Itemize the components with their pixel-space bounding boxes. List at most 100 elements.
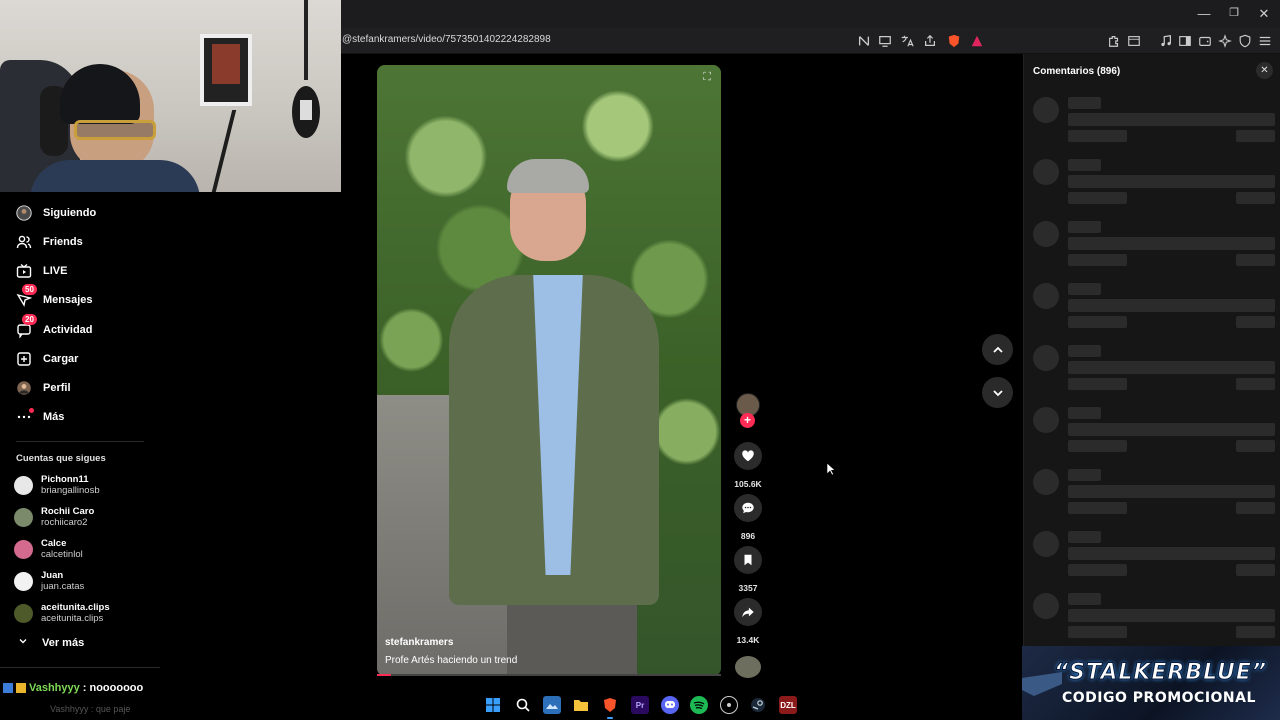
nav-label: LIVE <box>43 265 68 277</box>
share-action[interactable]: 13.4K <box>733 598 763 645</box>
menu-icon[interactable] <box>1257 33 1273 49</box>
nav-following[interactable]: Siguiendo <box>14 202 96 224</box>
close-window-button[interactable]: ✕ <box>1254 6 1274 22</box>
music-icon[interactable] <box>1158 33 1174 49</box>
streamer-glasses <box>74 120 156 140</box>
nav-label: Friends <box>43 236 83 248</box>
followed-account[interactable]: Calce calcetinlol <box>14 536 83 562</box>
comment-skeleton-row <box>1024 159 1280 217</box>
skeleton-line <box>1236 254 1275 266</box>
gallery-icon[interactable] <box>543 696 561 714</box>
video-player[interactable]: ⛶ <box>377 65 721 676</box>
minimize-button[interactable]: — <box>1194 6 1214 21</box>
previous-video-button[interactable] <box>982 334 1013 365</box>
video-username[interactable]: stefankramers <box>385 637 453 648</box>
comment-skeleton-row <box>1024 593 1280 651</box>
premiere-pro-icon[interactable]: Pr <box>631 696 649 714</box>
skeleton-line <box>1236 564 1275 576</box>
wallet-icon[interactable] <box>1197 33 1213 49</box>
steam-icon[interactable] <box>749 696 767 714</box>
comment-skeleton-row <box>1024 407 1280 465</box>
brave-browser-icon[interactable] <box>601 696 619 719</box>
followed-account[interactable]: aceitunita.clips aceitunita.clips <box>14 600 110 626</box>
share-button[interactable] <box>734 598 762 626</box>
promo-code-text: “STALKERBLUE” <box>1053 660 1268 686</box>
skeleton-avatar <box>1033 283 1059 309</box>
stream-chat-overlay: Vashhyyy : nooooooo Vashhyyy : que paje <box>0 680 430 720</box>
skeleton-line <box>1236 378 1275 390</box>
skeleton-line <box>1068 440 1127 452</box>
comment-action[interactable]: 896 <box>733 494 763 541</box>
brave-shield-icon[interactable] <box>946 33 962 49</box>
dzl-app-icon[interactable]: DZL <box>779 696 797 714</box>
comment-skeleton-row <box>1024 345 1280 403</box>
skeleton-line <box>1068 159 1101 171</box>
url-text[interactable]: @stefankramers/video/7573501402224282898 <box>342 34 551 45</box>
nav-friends[interactable]: Friends <box>14 231 83 253</box>
like-button[interactable] <box>734 442 762 470</box>
search-icon[interactable] <box>514 696 532 714</box>
followed-account[interactable]: Rochii Caro rochiicaro2 <box>14 504 94 530</box>
share-icon[interactable] <box>922 33 938 49</box>
skeleton-line <box>1068 502 1127 514</box>
extensions-icon[interactable] <box>1106 33 1122 49</box>
promo-banner: “STALKERBLUE” CODIGO PROMOCIONAL <box>1022 646 1280 720</box>
heart-icon <box>742 450 754 462</box>
see-more-button[interactable]: Ver más <box>18 636 84 649</box>
leo-ai-icon[interactable] <box>1217 33 1233 49</box>
save-button[interactable] <box>734 546 762 574</box>
cast-icon[interactable] <box>877 33 893 49</box>
more-dots-icon <box>14 407 34 427</box>
comment-bubble-icon <box>742 502 754 514</box>
skeleton-line <box>1068 254 1127 266</box>
nav-profile[interactable]: Perfil <box>14 377 71 399</box>
chat-username: Vashhyyy <box>29 682 80 694</box>
sidebar-icon[interactable] <box>1177 33 1193 49</box>
file-explorer-icon[interactable] <box>572 696 590 714</box>
spotify-icon[interactable] <box>690 696 708 714</box>
like-action[interactable]: 105.6K <box>733 442 763 489</box>
brave-rewards-icon[interactable] <box>969 33 985 49</box>
account-name: Calce <box>41 538 67 549</box>
vpn-icon[interactable] <box>1237 33 1253 49</box>
fullscreen-icon[interactable]: ⛶ <box>703 71 711 84</box>
nav-upload[interactable]: Cargar <box>14 348 78 370</box>
avatar <box>14 539 33 559</box>
chrome-like-icon[interactable] <box>720 696 738 714</box>
see-more-label: Ver más <box>42 636 85 649</box>
next-video-button[interactable] <box>982 377 1013 408</box>
skeleton-line <box>1068 547 1275 560</box>
windows-taskbar: Pr DZL <box>430 690 1022 720</box>
follow-plus-button[interactable]: + <box>740 413 755 428</box>
close-comments-button[interactable]: ✕ <box>1256 62 1273 79</box>
windows-start-icon[interactable] <box>484 696 502 714</box>
chat-text: : nooooooo <box>82 682 144 694</box>
chat-badge-icon <box>3 683 13 693</box>
nav-more[interactable]: Más <box>14 406 64 428</box>
restore-button[interactable]: ❐ <box>1224 6 1244 19</box>
comment-button[interactable] <box>734 494 762 522</box>
nav-label: Perfil <box>43 382 71 394</box>
skeleton-line <box>1068 345 1101 357</box>
video-progress-bar[interactable] <box>377 674 721 676</box>
skeleton-line <box>1236 502 1275 514</box>
messages-badge: 50 <box>22 284 37 295</box>
no-translate-icon[interactable] <box>856 33 872 49</box>
discord-icon[interactable] <box>661 696 679 714</box>
nav-messages[interactable]: 50 Mensajes <box>14 284 93 311</box>
nav-activity[interactable]: 20 Actividad <box>14 314 93 341</box>
skeleton-line <box>1068 593 1101 605</box>
skeleton-line <box>1236 192 1275 204</box>
save-action[interactable]: 3357 <box>733 546 763 593</box>
translate-icon[interactable] <box>899 33 915 49</box>
skeleton-line <box>1236 440 1275 452</box>
messages-icon: 50 <box>14 284 37 310</box>
comment-skeleton-row <box>1024 283 1280 341</box>
tab-search-icon[interactable] <box>1126 33 1142 49</box>
followed-account[interactable]: Pichonn11 briangallinosb <box>14 472 100 498</box>
music-disc[interactable] <box>735 656 761 678</box>
followed-account[interactable]: Juan juan.catas <box>14 568 84 594</box>
chevron-up-icon <box>992 346 1003 353</box>
account-handle: aceitunita.clips <box>41 613 104 624</box>
nav-live[interactable]: LIVE <box>14 260 67 282</box>
